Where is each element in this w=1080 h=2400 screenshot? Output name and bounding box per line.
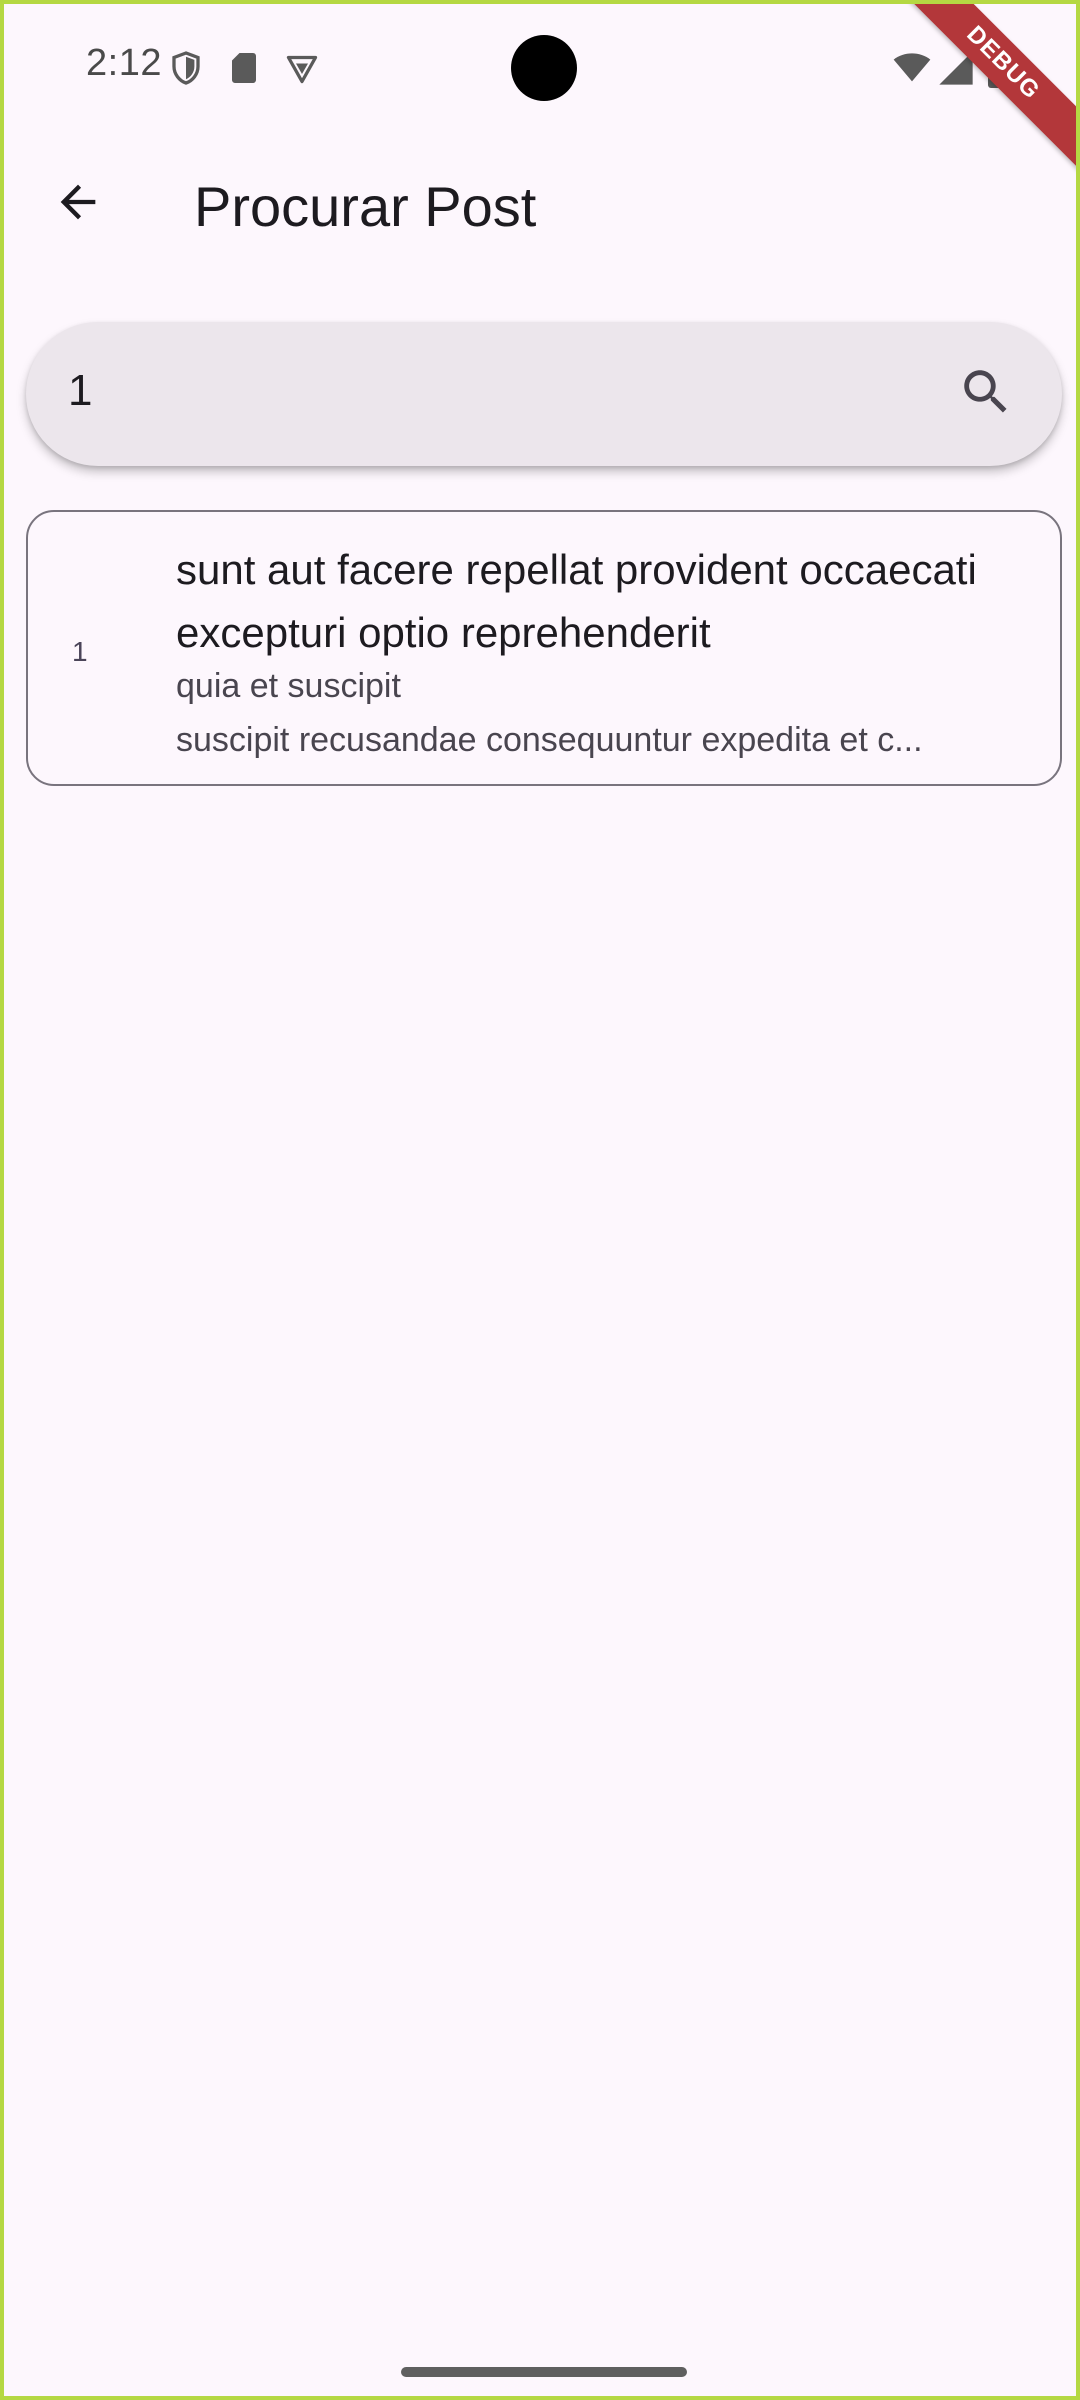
search-button[interactable] [950,358,1022,430]
home-indicator[interactable] [401,2367,687,2377]
post-id: 1 [72,636,88,667]
arrow-left-icon [52,176,104,233]
post-body-line: quia et suscipit [176,667,401,705]
camera-cutout [511,35,577,101]
back-button[interactable] [42,168,114,240]
app-screen: 2:12 DEBUG Procurar Post 1 1 sunt aut fa… [0,0,1080,2400]
search-bar[interactable]: 1 [26,322,1062,466]
wifi-icon [892,48,932,88]
app-bar: Procurar Post [4,144,1076,264]
status-bar: 2:12 [4,4,1076,134]
sd-card-icon [226,50,262,86]
post-list-item[interactable]: 1 sunt aut facere repellat provident occ… [26,510,1062,786]
post-body-line: suscipit recusandae consequuntur expedit… [176,721,923,759]
page-title: Procurar Post [194,175,537,238]
search-icon [957,363,1015,426]
search-input[interactable]: 1 [68,366,92,416]
status-time: 2:12 [86,42,162,84]
shield-icon [168,50,204,86]
vpn-icon [284,50,320,86]
post-title: sunt aut facere repellat provident occae… [176,546,977,656]
